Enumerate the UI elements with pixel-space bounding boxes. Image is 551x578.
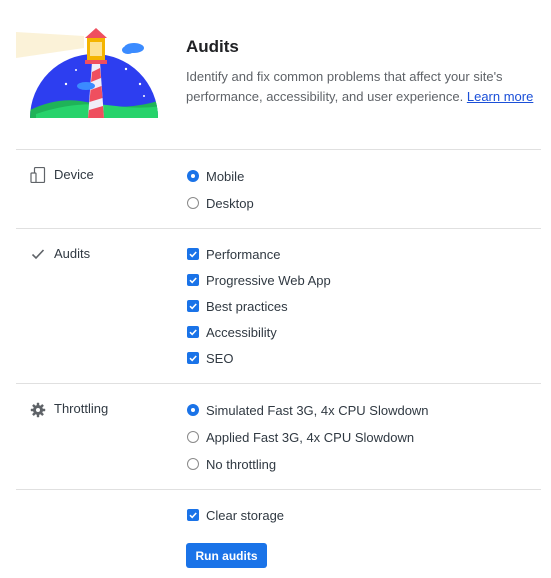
run-audits-button[interactable]: Run audits [186,543,267,568]
divider [16,228,541,229]
checkbox-progressive-web-app[interactable]: Progressive Web App [186,271,331,289]
radio-desktop[interactable]: Desktop [186,194,254,212]
checkbox-checked-icon[interactable] [187,248,199,260]
checkbox-label: Clear storage [206,507,285,523]
checkbox-clear-storage[interactable]: Clear storage [186,506,284,524]
checkbox-checked-icon[interactable] [187,509,199,521]
lighthouse-logo [16,28,158,118]
checkbox-label: Best practices [206,298,288,314]
checkbox-checked-icon[interactable] [187,274,199,286]
radio-simulated-fast-3g[interactable]: Simulated Fast 3G, 4x CPU Slowdown [186,401,429,419]
radio-label: No throttling [206,456,277,472]
divider [16,383,541,384]
checkbox-label: SEO [206,350,234,366]
description-text: Identify and fix common problems that af… [186,69,503,104]
checkmark-icon [31,249,45,260]
radio-mobile[interactable]: Mobile [186,167,244,185]
checkbox-accessibility[interactable]: Accessibility [186,323,277,341]
radio-no-throttling[interactable]: No throttling [186,455,276,473]
radio-button-selected[interactable] [187,404,199,416]
checkbox-label: Performance [206,246,281,262]
radio-button[interactable] [187,458,199,470]
radio-applied-fast-3g[interactable]: Applied Fast 3G, 4x CPU Slowdown [186,428,414,446]
divider [16,149,541,150]
radio-label: Mobile [206,168,245,184]
checkbox-best-practices[interactable]: Best practices [186,297,288,315]
gear-icon [30,402,46,418]
checkbox-seo[interactable]: SEO [186,349,233,367]
page-title: Audits [186,37,239,56]
section-label-audits: Audits [54,246,91,261]
checkbox-label: Progressive Web App [206,272,331,288]
radio-label: Applied Fast 3G, 4x CPU Slowdown [206,429,415,445]
section-label-throttling: Throttling [54,401,109,416]
radio-label: Desktop [206,195,254,211]
checkbox-label: Accessibility [206,324,277,340]
divider [16,489,541,490]
page-description: Identify and fix common problems that af… [186,67,541,107]
radio-button[interactable] [187,431,199,443]
checkbox-checked-icon[interactable] [187,300,199,312]
device-icon [30,167,46,183]
radio-button-selected[interactable] [187,170,199,182]
learn-more-link[interactable]: Learn more [467,89,533,104]
section-label-device: Device [54,167,94,182]
radio-label: Simulated Fast 3G, 4x CPU Slowdown [206,402,429,418]
checkbox-checked-icon[interactable] [187,352,199,364]
checkbox-performance[interactable]: Performance [186,245,280,263]
radio-button[interactable] [187,197,199,209]
checkbox-checked-icon[interactable] [187,326,199,338]
